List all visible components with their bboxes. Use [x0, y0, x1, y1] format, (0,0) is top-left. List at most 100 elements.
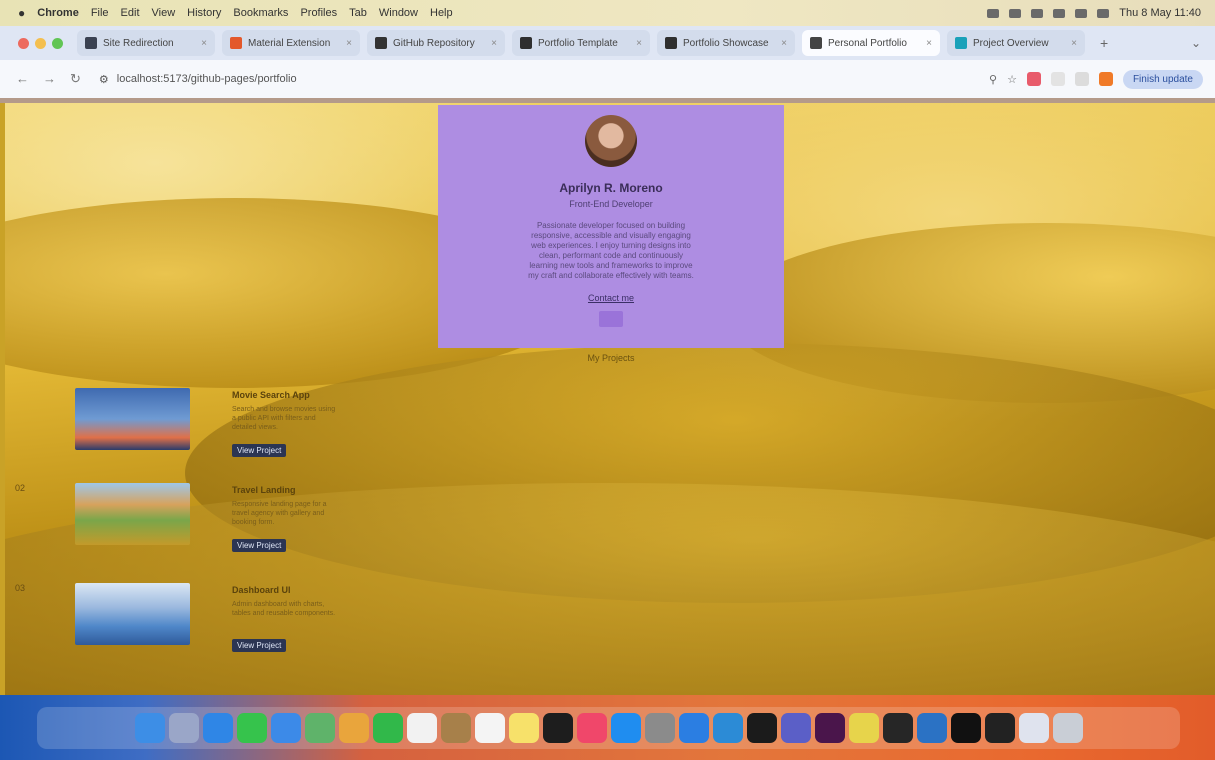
browser-tab[interactable]: GitHub Repository × — [367, 30, 505, 56]
profile-icon[interactable] — [1098, 72, 1113, 86]
social-icon[interactable] — [599, 311, 623, 327]
tab-favicon-icon — [520, 37, 532, 49]
menu-item-bookmarks[interactable]: Bookmarks — [233, 7, 288, 19]
dock-trash-icon[interactable] — [1052, 713, 1083, 743]
menu-item-view[interactable]: View — [152, 7, 176, 19]
dock-teams-icon[interactable] — [780, 713, 811, 743]
minimize-window-button[interactable] — [35, 37, 46, 49]
new-tab-icon[interactable]: + — [1100, 35, 1108, 51]
dock-settings-icon[interactable] — [644, 713, 675, 743]
view-project-button[interactable]: View Project — [232, 539, 287, 552]
projects-heading: My Projects — [587, 353, 635, 363]
close-tab-icon[interactable]: × — [201, 38, 207, 49]
dock-preview-icon[interactable] — [1018, 713, 1049, 743]
project-card: Movie Search App Search and browse movie… — [75, 388, 375, 478]
dock-xcode-icon[interactable] — [678, 713, 709, 743]
view-project-button[interactable]: View Project — [232, 444, 287, 457]
browser-tab[interactable]: Portfolio Showcase × — [657, 30, 795, 56]
sidebar-icon[interactable] — [1074, 72, 1089, 86]
menu-item-help[interactable]: Help — [430, 7, 453, 19]
reload-icon[interactable]: ↻ — [70, 71, 81, 87]
close-tab-icon[interactable]: × — [346, 38, 352, 49]
dock-vscode-icon[interactable] — [712, 713, 743, 743]
tab-search-icon[interactable]: ⌄ — [1191, 36, 1201, 50]
dock-terminal-icon[interactable] — [746, 713, 777, 743]
project-thumbnail[interactable] — [75, 388, 190, 450]
menu-item-file[interactable]: File — [91, 7, 109, 19]
dock-calendar-icon[interactable] — [406, 713, 437, 743]
zoom-icon[interactable]: ⚲ — [989, 73, 997, 86]
dock-slack-icon[interactable] — [814, 713, 845, 743]
dock-photoshop-icon[interactable] — [916, 713, 947, 743]
dock — [37, 707, 1180, 749]
battery-icon[interactable] — [1031, 8, 1044, 18]
tab-title: GitHub Repository — [393, 37, 475, 49]
tab-favicon-icon — [810, 37, 822, 49]
dock-notes-brown-icon[interactable] — [440, 713, 471, 743]
dock-music-icon[interactable] — [576, 713, 607, 743]
browser-tab[interactable]: Material Extension × — [222, 30, 360, 56]
dock-mail-icon[interactable] — [270, 713, 301, 743]
dock-finder-icon[interactable] — [134, 713, 165, 743]
search-icon[interactable] — [1075, 8, 1088, 18]
profile-card: Aprilyn R. Moreno Front-End Developer Pa… — [438, 105, 784, 363]
extension-icon[interactable] — [1050, 72, 1065, 86]
close-tab-icon[interactable]: × — [926, 38, 932, 49]
close-tab-icon[interactable]: × — [1071, 38, 1077, 49]
finish-update-button[interactable]: Finish update — [1122, 69, 1203, 89]
dock-window-1-icon[interactable] — [950, 713, 981, 743]
wifi-icon[interactable] — [1053, 8, 1066, 18]
browser-tab[interactable]: Portfolio Template × — [512, 30, 650, 56]
dock-messages-icon[interactable] — [236, 713, 267, 743]
project-title: Travel Landing — [232, 485, 296, 495]
zoom-window-button[interactable] — [52, 37, 63, 49]
extension-icon[interactable] — [1026, 72, 1041, 86]
status-icon[interactable] — [1009, 8, 1022, 18]
browser-tab[interactable]: Site Redirection × — [77, 30, 215, 56]
project-thumbnail[interactable] — [75, 483, 190, 545]
project-title: Dashboard UI — [232, 585, 291, 595]
close-tab-icon[interactable]: × — [781, 38, 787, 49]
menu-item-profiles[interactable]: Profiles — [300, 7, 337, 19]
tab-favicon-icon — [955, 37, 967, 49]
site-info-icon[interactable]: ⚙ — [99, 73, 109, 86]
project-thumbnail[interactable] — [75, 583, 190, 645]
tab-favicon-icon — [230, 37, 242, 49]
browser-tab[interactable]: Project Overview × — [947, 30, 1085, 56]
menu-item-window[interactable]: Window — [379, 7, 418, 19]
project-card: 02 Travel Landing Responsive landing pag… — [15, 483, 375, 573]
menu-item-history[interactable]: History — [187, 7, 221, 19]
dock-photos-icon[interactable] — [338, 713, 369, 743]
dock-figma-icon[interactable] — [882, 713, 913, 743]
dock-tv-icon[interactable] — [542, 713, 573, 743]
control-center-icon[interactable] — [1097, 8, 1110, 18]
menu-app-name[interactable]: Chrome — [37, 7, 79, 19]
dock-chrome-icon[interactable] — [848, 713, 879, 743]
close-window-button[interactable] — [18, 37, 29, 49]
tab-title: Site Redirection — [103, 37, 174, 49]
menu-clock[interactable]: Thu 8 May 11:40 — [1119, 7, 1201, 19]
back-icon[interactable]: ← — [16, 71, 29, 87]
apple-menu-icon[interactable]: ● — [18, 6, 25, 20]
browser-tab[interactable]: Personal Portfolio × — [802, 30, 940, 56]
dock-maps-icon[interactable] — [304, 713, 335, 743]
dock-window-2-icon[interactable] — [984, 713, 1015, 743]
menu-item-edit[interactable]: Edit — [121, 7, 140, 19]
close-tab-icon[interactable]: × — [636, 38, 642, 49]
contact-link[interactable]: Contact me — [438, 293, 784, 303]
menu-item-tab[interactable]: Tab — [349, 7, 367, 19]
dock-reminders-icon[interactable] — [474, 713, 505, 743]
close-tab-icon[interactable]: × — [491, 38, 497, 49]
view-project-button[interactable]: View Project — [232, 639, 287, 652]
dock-facetime-icon[interactable] — [372, 713, 403, 743]
status-icon[interactable] — [987, 8, 1000, 18]
tab-title: Material Extension — [248, 37, 331, 49]
avatar — [585, 115, 637, 167]
dock-app-store-icon[interactable] — [610, 713, 641, 743]
bookmark-star-icon[interactable]: ☆ — [1007, 73, 1017, 86]
forward-icon[interactable]: → — [43, 71, 56, 87]
dock-notes-icon[interactable] — [508, 713, 539, 743]
dock-launchpad-icon[interactable] — [168, 713, 199, 743]
url-field[interactable]: localhost:5173/github-pages/portfolio — [117, 73, 297, 85]
dock-safari-icon[interactable] — [202, 713, 233, 743]
